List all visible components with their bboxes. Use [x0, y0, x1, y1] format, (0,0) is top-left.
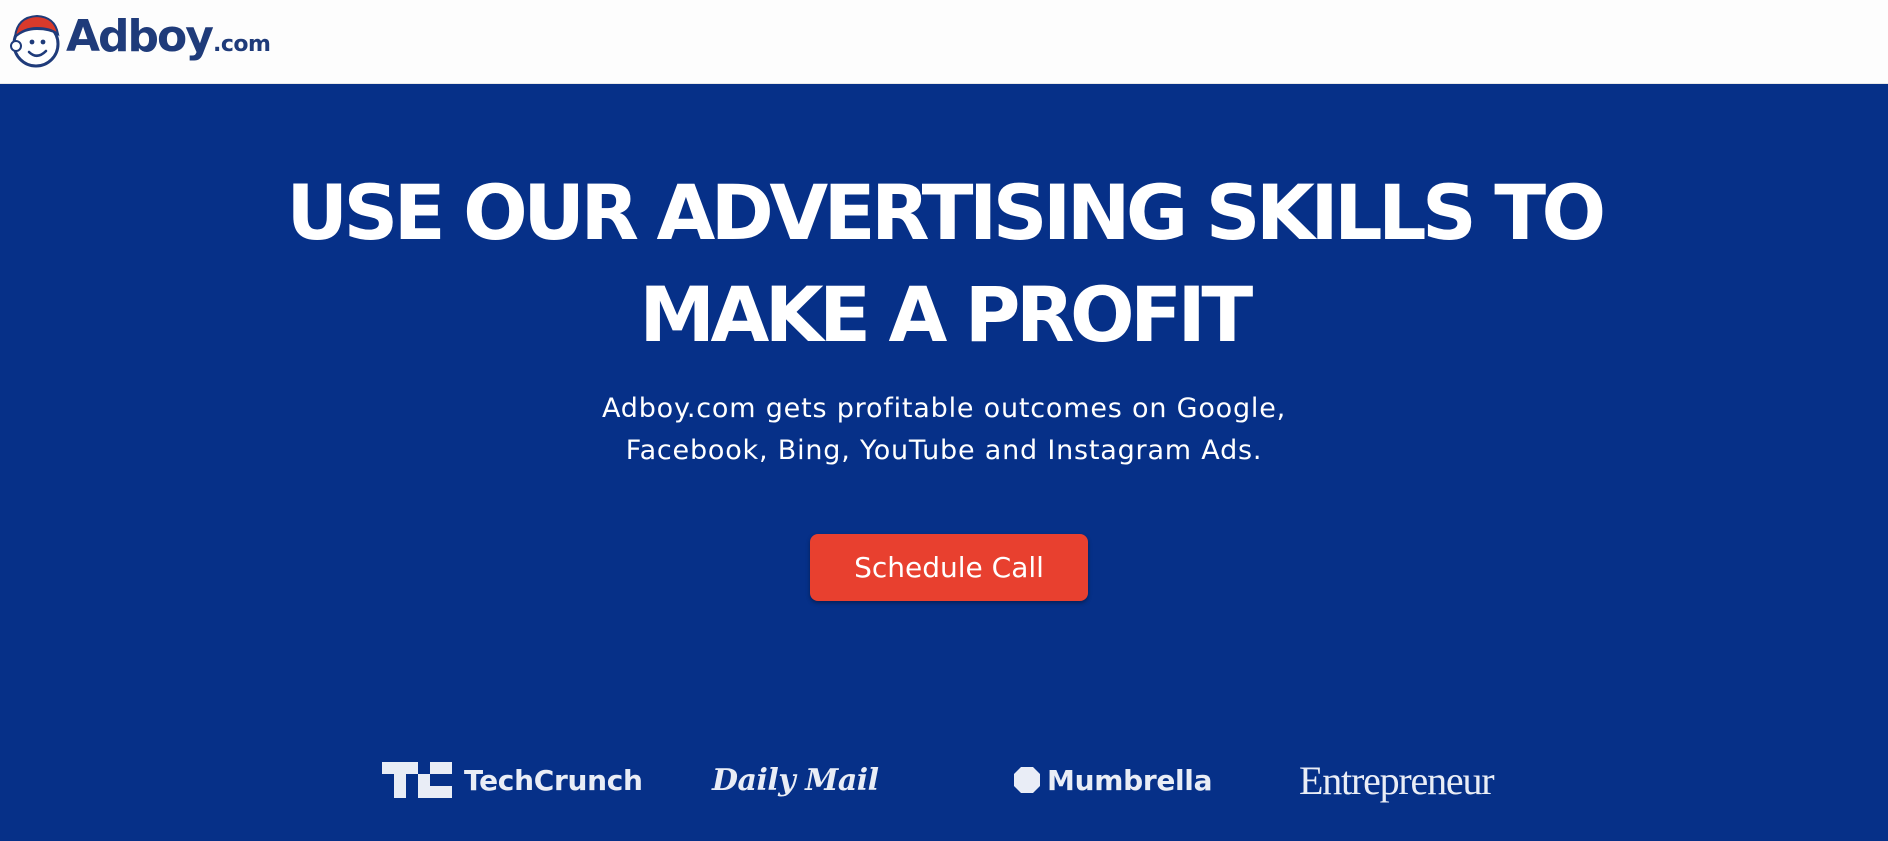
press-logo-daily-mail: Daily Mail — [712, 752, 879, 808]
hero-subheadline-line-2: Facebook, Bing, YouTube and Instagram Ad… — [625, 435, 1263, 466]
logo-tld: .com — [212, 31, 271, 57]
top-navigation-bar: Adboy .com — [0, 0, 1888, 84]
hero-subheadline: Adboy.com gets profitable outcomes on Go… — [0, 388, 1888, 472]
press-logo-techcrunch: TechCrunch — [382, 752, 643, 808]
hero-headline-line-2: MAKE A PROFIT — [639, 270, 1253, 359]
site-logo[interactable]: Adboy .com — [10, 10, 271, 70]
logo-text: Adboy .com — [66, 10, 271, 62]
hero-subheadline-line-1: Adboy.com gets profitable outcomes on Go… — [601, 393, 1287, 424]
entrepreneur-wordmark: Entrepreneur — [1299, 757, 1495, 803]
hero-section: USE OUR ADVERTISING SKILLS TO MAKE A PRO… — [0, 84, 1888, 841]
mumbrella-wordmark: Mumbrella — [1047, 763, 1213, 797]
hero-headline: USE OUR ADVERTISING SKILLS TO MAKE A PRO… — [0, 162, 1888, 366]
techcrunch-tc-icon — [382, 762, 452, 798]
mumbrella-circle-icon — [1014, 767, 1040, 793]
hero-headline-line-1: USE OUR ADVERTISING SKILLS TO — [286, 168, 1606, 257]
logo-word: Adboy — [66, 10, 214, 62]
techcrunch-wordmark: TechCrunch — [464, 763, 643, 797]
press-logo-entrepreneur: Entrepreneur — [1299, 752, 1495, 808]
press-logo-mumbrella: Mumbrella — [1013, 752, 1213, 808]
daily-mail-wordmark: Daily Mail — [712, 762, 879, 798]
adboy-mascot-icon — [10, 14, 60, 68]
schedule-call-button[interactable]: Schedule Call — [810, 534, 1088, 601]
